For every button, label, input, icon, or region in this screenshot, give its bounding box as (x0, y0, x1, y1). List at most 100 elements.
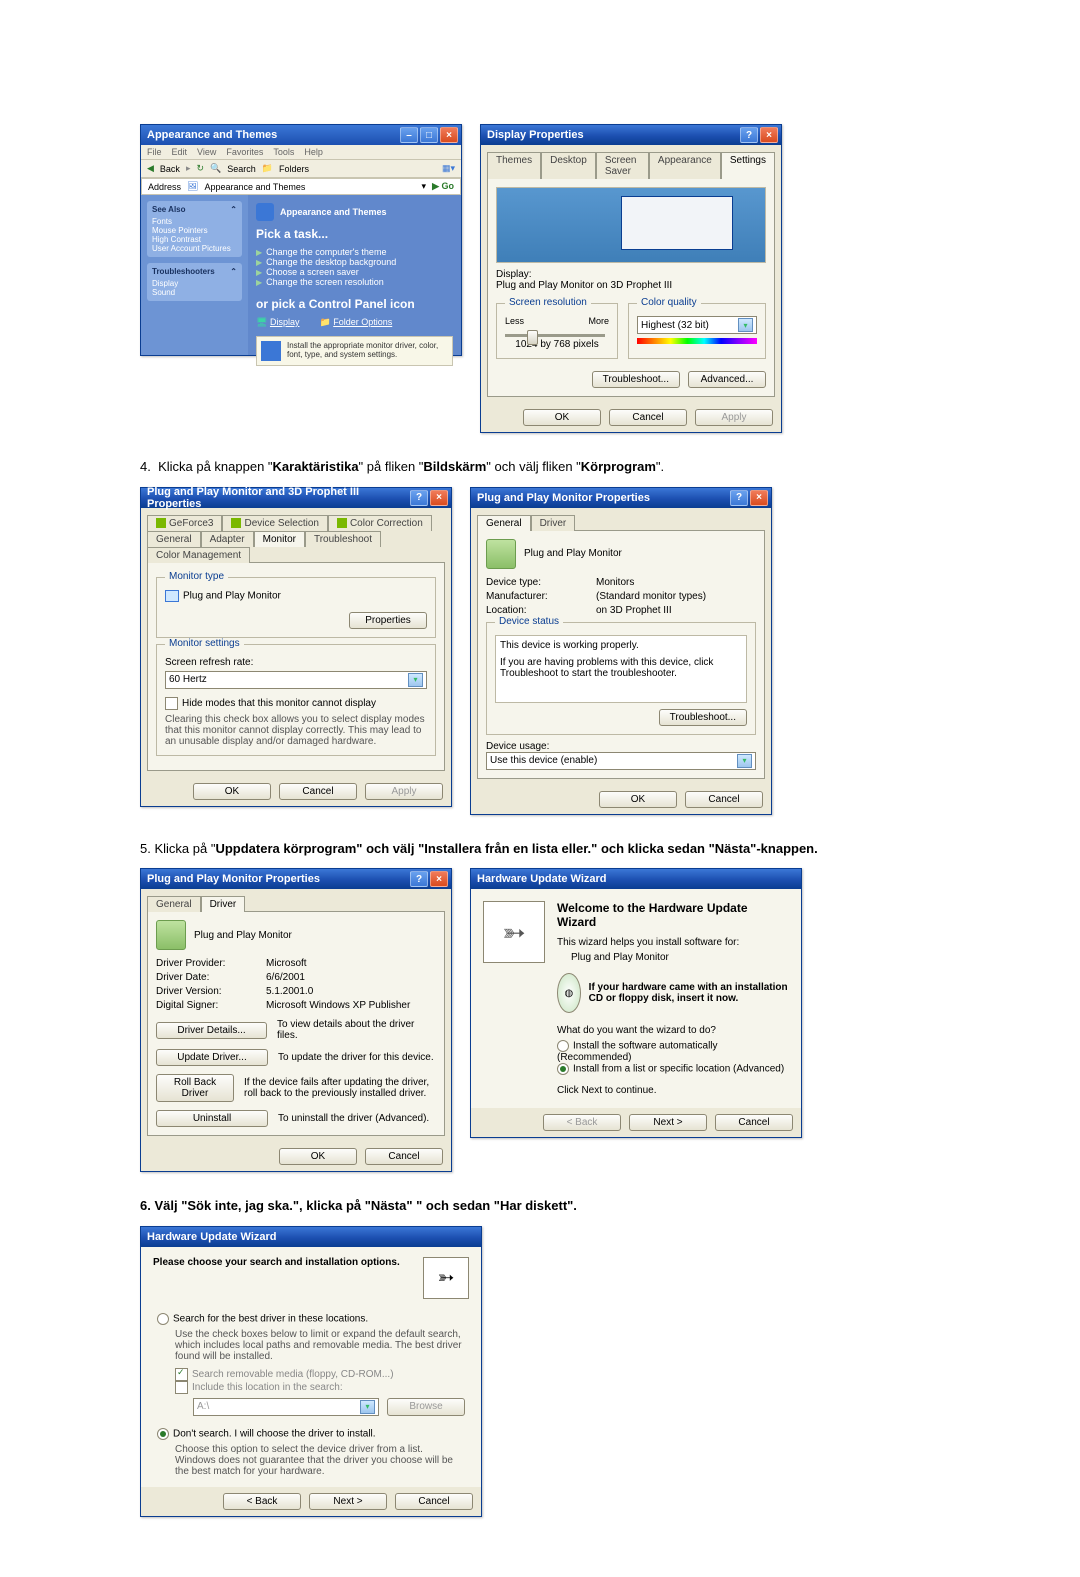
tab-screensaver[interactable]: Screen Saver (596, 152, 649, 179)
see-also-mouse[interactable]: Mouse Pointers (152, 226, 237, 235)
back-button: < Back (543, 1114, 621, 1131)
update-driver-button[interactable]: Update Driver... (156, 1049, 268, 1066)
close-icon[interactable]: × (430, 871, 448, 887)
help-icon[interactable]: ? (740, 127, 758, 143)
ok-button[interactable]: OK (193, 783, 271, 800)
menu-tools[interactable]: Tools (273, 147, 294, 157)
help-icon[interactable]: ? (410, 871, 428, 887)
tab-devsel[interactable]: Device Selection (222, 515, 327, 531)
ts-sound[interactable]: Sound (152, 288, 237, 297)
see-also-contrast[interactable]: High Contrast (152, 235, 237, 244)
cancel-button[interactable]: Cancel (715, 1114, 793, 1131)
tab-colormgmt[interactable]: Color Management (147, 547, 250, 563)
see-also-pictures[interactable]: User Account Pictures (152, 244, 237, 253)
radio-search[interactable] (157, 1313, 169, 1325)
chk-location: Include this location in the search: (175, 1381, 465, 1394)
ok-button[interactable]: OK (523, 409, 601, 426)
troubleshoot-button[interactable]: Troubleshoot... (659, 709, 747, 726)
cancel-button[interactable]: Cancel (685, 791, 763, 808)
rollback-button[interactable]: Roll Back Driver (156, 1074, 234, 1102)
go-button[interactable]: ▶ Go (432, 181, 454, 192)
tab-themes[interactable]: Themes (487, 152, 541, 179)
menu-favorites[interactable]: Favorites (226, 147, 263, 157)
dp-titlebar: Display Properties ? × (481, 125, 781, 145)
ok-button[interactable]: OK (599, 791, 677, 808)
tab-general[interactable]: General (147, 531, 201, 547)
tab-adapter[interactable]: Adapter (201, 531, 254, 547)
tab-settings[interactable]: Settings (721, 152, 775, 179)
opt-dont-search[interactable]: Don't search. I will choose the driver t… (157, 1428, 465, 1440)
cancel-button[interactable]: Cancel (365, 1148, 443, 1165)
advanced-button[interactable]: Advanced... (688, 371, 766, 388)
resolution-slider[interactable] (505, 334, 605, 337)
close-icon[interactable]: × (440, 127, 458, 143)
menu-edit[interactable]: Edit (172, 147, 188, 157)
cancel-button[interactable]: Cancel (395, 1493, 473, 1510)
hide-modes-row[interactable]: Hide modes that this monitor cannot disp… (165, 697, 427, 710)
menu-file[interactable]: File (147, 147, 162, 157)
wizard-icon: ➳ (483, 901, 545, 963)
maximize-icon[interactable]: □ (420, 127, 438, 143)
next-button[interactable]: Next > (309, 1493, 387, 1510)
cancel-button[interactable]: Cancel (609, 409, 687, 426)
pnp1-title: Plug and Play Monitor Properties (477, 492, 650, 504)
nav-search[interactable]: Search (227, 164, 256, 174)
task-resolution[interactable]: Change the screen resolution (266, 277, 384, 287)
help-icon[interactable]: ? (410, 490, 428, 506)
wiz1-opt-list[interactable]: Install from a list or specific location… (557, 1063, 789, 1075)
driver-details-button[interactable]: Driver Details... (156, 1022, 267, 1039)
task-background[interactable]: Change the desktop background (266, 257, 396, 267)
ok-button[interactable]: OK (279, 1148, 357, 1165)
tab-general[interactable]: General (477, 515, 531, 531)
properties-button[interactable]: Properties (349, 612, 427, 629)
next-button[interactable]: Next > (629, 1114, 707, 1131)
uninstall-button[interactable]: Uninstall (156, 1110, 268, 1127)
task-screensaver[interactable]: Choose a screen saver (266, 267, 359, 277)
menu-help[interactable]: Help (304, 147, 323, 157)
cancel-button[interactable]: Cancel (279, 783, 357, 800)
opt-search[interactable]: Search for the best driver in these loca… (157, 1313, 465, 1325)
hide-modes-checkbox[interactable] (165, 697, 178, 710)
tab-desktop[interactable]: Desktop (541, 152, 596, 179)
device-name: Plug and Play Monitor (194, 930, 292, 941)
tab-appearance[interactable]: Appearance (649, 152, 721, 179)
tab-geforce[interactable]: GeForce3 (147, 515, 222, 531)
pick-task-header: Pick a task... (256, 227, 453, 241)
dp-footer: OK Cancel Apply (481, 403, 781, 432)
help-icon[interactable]: ? (730, 490, 748, 506)
close-icon[interactable]: × (760, 127, 778, 143)
chk-media: Search removable media (floppy, CD-ROM..… (175, 1368, 465, 1381)
tab-driver[interactable]: Driver (531, 515, 576, 531)
nav-folders[interactable]: Folders (279, 164, 309, 174)
close-icon[interactable]: × (750, 490, 768, 506)
tab-monitor[interactable]: Monitor (254, 531, 305, 547)
chevron-down-icon: ▾ (738, 318, 753, 332)
menu-view[interactable]: View (197, 147, 216, 157)
category-banner: Appearance and Themes (280, 207, 387, 217)
color-quality-select[interactable]: Highest (32 bit)▾ (637, 316, 757, 334)
cp-icon-display[interactable]: Display (270, 317, 300, 327)
adv-title: Plug and Play Monitor and 3D Prophet III… (147, 486, 410, 510)
nav-back[interactable]: Back (160, 164, 180, 174)
radio-list[interactable] (557, 1063, 569, 1075)
wiz1-opt-auto[interactable]: Install the software automatically (Reco… (557, 1040, 789, 1063)
refresh-select[interactable]: 60 Hertz▾ (165, 671, 427, 689)
usage-select[interactable]: Use this device (enable)▾ (486, 752, 756, 770)
ts-display[interactable]: Display (152, 279, 237, 288)
tab-general[interactable]: General (147, 896, 201, 912)
back-button[interactable]: < Back (223, 1493, 301, 1510)
task-theme[interactable]: Change the computer's theme (266, 247, 386, 257)
troubleshoot-button[interactable]: Troubleshoot... (592, 371, 680, 388)
minimize-icon[interactable]: – (400, 127, 418, 143)
tab-colorc[interactable]: Color Correction (328, 515, 432, 531)
see-also-fonts[interactable]: Fonts (152, 217, 237, 226)
cp-titlebar: Appearance and Themes – □ × (141, 125, 461, 145)
close-icon[interactable]: × (430, 490, 448, 506)
tab-troubleshoot[interactable]: Troubleshoot (305, 531, 381, 547)
tab-driver[interactable]: Driver (201, 896, 246, 912)
devtype-value: Monitors (596, 577, 634, 588)
radio-auto[interactable] (557, 1040, 569, 1052)
cp-icon-folder[interactable]: Folder Options (333, 317, 392, 327)
radio-dont-search[interactable] (157, 1428, 169, 1440)
display-properties-window: Display Properties ? × Themes Desktop Sc… (480, 124, 782, 433)
